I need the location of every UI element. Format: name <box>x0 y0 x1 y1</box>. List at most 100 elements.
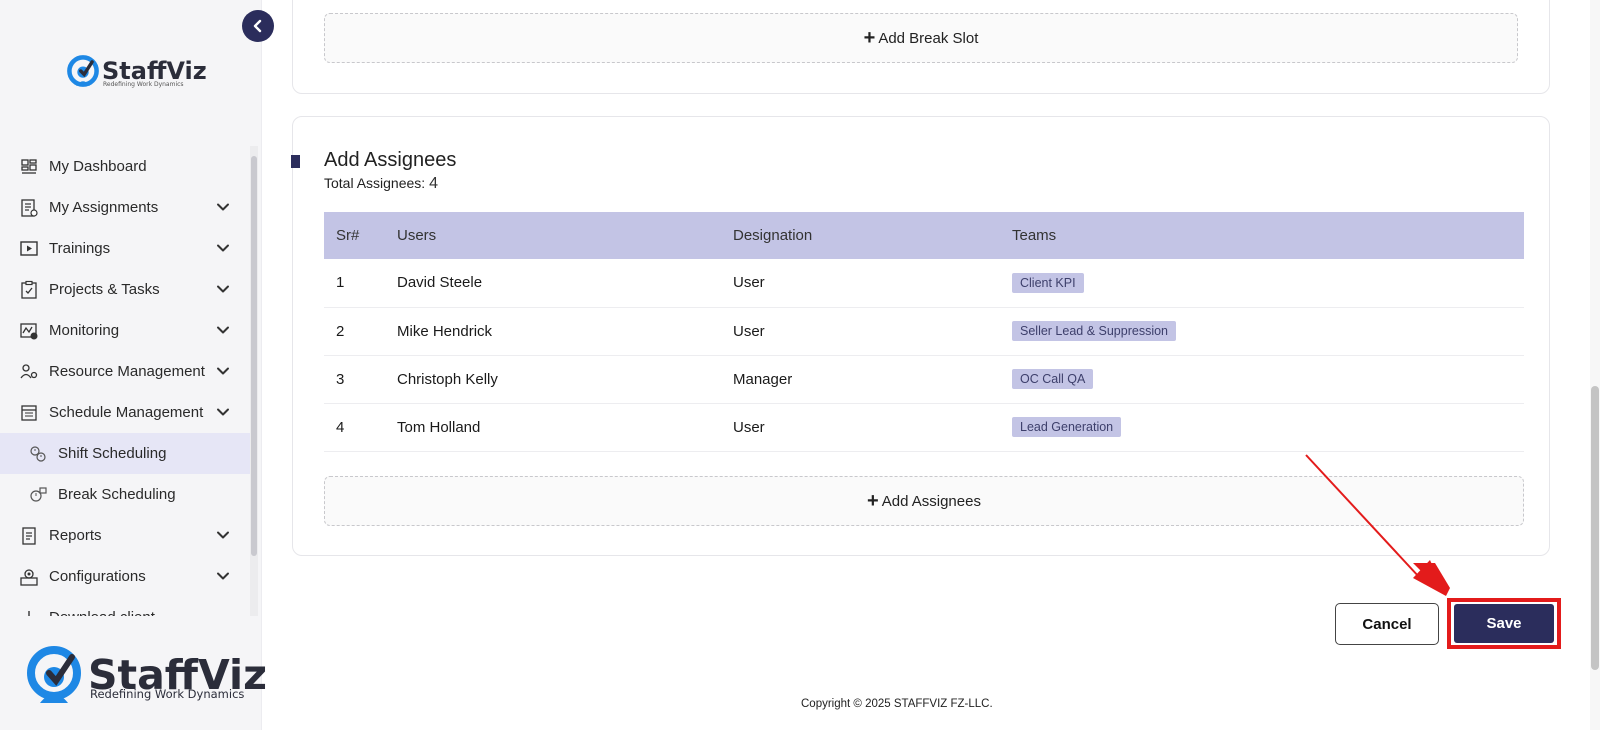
staffviz-logo-large: StaffViz Redefining Work Dynamics <box>24 645 267 705</box>
chevron-down-icon[interactable] <box>216 405 230 419</box>
col-header-designation: Designation <box>733 212 1012 259</box>
sidebar-item-schedule-management[interactable]: Schedule Management <box>0 392 250 433</box>
sidebar-item-label: My Assignments <box>49 199 159 216</box>
sidebar-item-label: Configurations <box>49 568 146 585</box>
copyright-text: Copyright © 2025 STAFFVIZ FZ-LLC. <box>801 698 993 710</box>
calendar-icon <box>18 402 40 424</box>
logo-tagline-large: Redefining Work Dynamics <box>90 687 245 701</box>
assignments-icon <box>18 197 40 219</box>
add-break-slot-label: Add Break Slot <box>878 29 979 47</box>
assignees-table: Sr# Users Designation Teams 1 David Steel… <box>324 212 1524 452</box>
sidebar-scrollbar-thumb[interactable] <box>251 156 257 556</box>
sidebar-item-label: Trainings <box>49 240 111 257</box>
clipboard-icon <box>18 279 40 301</box>
logo-mark-large-icon <box>24 645 84 705</box>
sidebar-item-label: My Dashboard <box>49 158 147 175</box>
add-assignees-label: Add Assignees <box>881 492 981 510</box>
team-badge: OC Call QA <box>1012 369 1094 389</box>
cell-designation: User <box>733 259 1012 308</box>
sidebar-item-break-scheduling[interactable]: Break Scheduling <box>0 474 250 515</box>
chevron-down-icon[interactable] <box>216 528 230 542</box>
table-row: 4 Tom Holland User Lead Generation <box>324 403 1524 452</box>
resource-icon <box>18 361 40 383</box>
sidebar-item-my-assignments[interactable]: My Assignments <box>0 187 250 228</box>
chevron-left-icon <box>253 19 262 33</box>
total-assignees-label: Total Assignees: <box>324 175 426 191</box>
break-icon <box>27 484 49 506</box>
cell-designation: User <box>733 307 1012 356</box>
sidebar-item-configurations[interactable]: Configurations <box>0 556 250 597</box>
team-badge: Client KPI <box>1012 272 1084 293</box>
cell-designation: Manager <box>733 355 1012 404</box>
sidebar-item-label: Schedule Management <box>49 404 204 421</box>
total-assignees-count: 4 <box>429 175 438 192</box>
cell-user: Tom Holland <box>397 403 733 452</box>
logo-mark-icon <box>66 54 100 88</box>
chevron-down-icon[interactable] <box>216 323 230 337</box>
section-marker <box>291 155 300 168</box>
cell-team: Seller Lead & Suppression <box>1012 307 1524 356</box>
cell-designation: User <box>733 403 1012 452</box>
col-header-users: Users <box>397 212 733 259</box>
table-row: 3 Christoph Kelly Manager OC Call QA <box>324 355 1524 404</box>
team-badge: Lead Generation <box>1012 417 1122 437</box>
add-break-slot-button[interactable]: + Add Break Slot <box>324 13 1518 63</box>
chevron-down-icon[interactable] <box>216 364 230 378</box>
cell-user: David Steele <box>397 259 733 308</box>
play-icon <box>18 238 40 260</box>
dashboard-icon <box>18 156 40 178</box>
sidebar-item-download-client[interactable]: Download client <box>0 597 250 616</box>
cell-sr: 3 <box>324 355 397 404</box>
main-content: + Add Break Slot Add Assignees Total Ass… <box>262 0 1600 730</box>
sidebar-item-label: Resource Management <box>49 363 205 380</box>
chevron-down-icon[interactable] <box>216 569 230 583</box>
sidebar-item-label: Projects & Tasks <box>49 281 160 298</box>
sidebar-item-projects-tasks[interactable]: Projects & Tasks <box>0 269 250 310</box>
logo-text: StaffViz <box>102 57 207 85</box>
sidebar-item-trainings[interactable]: Trainings <box>0 228 250 269</box>
sidebar-item-label: Reports <box>49 527 102 544</box>
add-assignees-button[interactable]: + Add Assignees <box>324 476 1524 526</box>
sidebar-item-label: Monitoring <box>49 322 120 339</box>
sidebar-item-label: Download client <box>49 609 155 616</box>
team-badge: Seller Lead & Suppression <box>1012 321 1177 341</box>
cell-sr: 2 <box>324 307 397 356</box>
monitoring-icon <box>18 320 40 342</box>
sidebar-item-label: Break Scheduling <box>58 486 176 503</box>
download-icon <box>18 607 40 616</box>
sidebar-item-resource-management[interactable]: Resource Management <box>0 351 250 392</box>
sidebar-item-my-dashboard[interactable]: My Dashboard <box>0 146 250 187</box>
sidebar-item-reports[interactable]: Reports <box>0 515 250 556</box>
cancel-button[interactable]: Cancel <box>1335 603 1439 645</box>
reports-icon <box>18 525 40 547</box>
assignees-card: Add Assignees Total Assignees: 4 Sr# Use… <box>291 116 1550 556</box>
sidebar: StaffViz Redefining Work Dynamics My Das… <box>0 0 267 730</box>
assignees-title: Add Assignees <box>324 149 457 171</box>
chevron-down-icon[interactable] <box>216 200 230 214</box>
main-scrollbar-thumb[interactable] <box>1591 386 1599 670</box>
col-header-sr: Sr# <box>324 212 397 259</box>
chevron-down-icon[interactable] <box>216 241 230 255</box>
cell-team: Client KPI <box>1012 259 1524 308</box>
sidebar-nav: My Dashboard My Assignments Trainings Proje… <box>0 146 250 616</box>
plus-icon: + <box>863 27 876 49</box>
cell-sr: 1 <box>324 259 397 308</box>
sidebar-item-shift-scheduling[interactable]: Shift Scheduling <box>0 433 250 474</box>
collapse-sidebar-button[interactable] <box>242 10 274 42</box>
staffviz-logo: StaffViz Redefining Work Dynamics <box>66 54 207 88</box>
cell-sr: 4 <box>324 403 397 452</box>
sidebar-item-monitoring[interactable]: Monitoring <box>0 310 250 351</box>
break-slots-card: + Add Break Slot <box>292 0 1550 94</box>
save-button[interactable]: Save <box>1454 604 1554 643</box>
table-row: 1 David Steele User Client KPI <box>324 259 1524 308</box>
cell-team: OC Call QA <box>1012 355 1524 404</box>
config-icon <box>18 566 40 588</box>
chevron-down-icon[interactable] <box>216 282 230 296</box>
cell-user: Christoph Kelly <box>397 355 733 404</box>
col-header-teams: Teams <box>1012 212 1524 259</box>
table-row: 2 Mike Hendrick User Seller Lead & Suppress… <box>324 307 1524 356</box>
cell-user: Mike Hendrick <box>397 307 733 356</box>
table-header-row: Sr# Users Designation Teams <box>324 212 1524 259</box>
plus-icon: + <box>867 490 879 512</box>
shift-icon <box>27 443 49 465</box>
